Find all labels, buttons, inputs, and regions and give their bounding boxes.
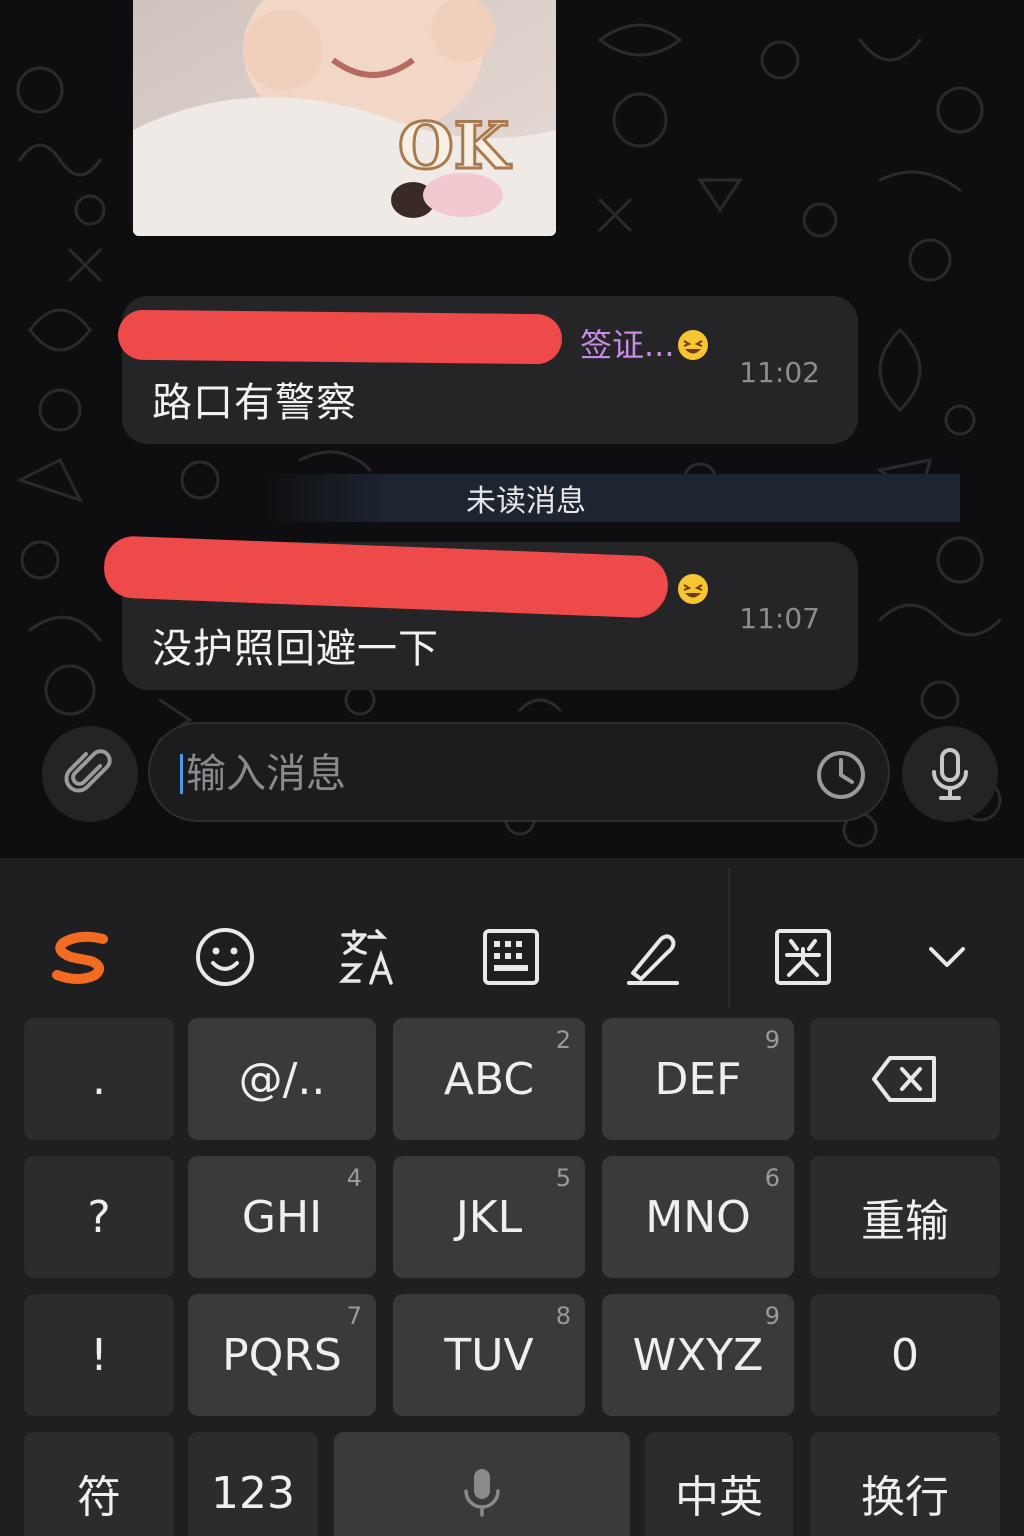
backspace-icon	[872, 1056, 936, 1102]
key-symbols[interactable]: 符	[24, 1432, 174, 1536]
sogou-logo-icon[interactable]	[46, 922, 116, 992]
message-input[interactable]	[186, 746, 806, 802]
cursor-edit-icon[interactable]	[768, 922, 838, 992]
key-zero[interactable]: 0	[810, 1294, 1000, 1416]
message-bubble[interactable]: 没护照回避一下 11:07	[103, 535, 858, 690]
grid-keyboard-icon[interactable]	[476, 922, 546, 992]
sticker-image[interactable]: OK	[133, 0, 556, 236]
toolbar-divider	[728, 868, 730, 1008]
key-numbers[interactable]: 123	[188, 1432, 318, 1536]
chat-area[interactable]: OK 签证... 路口有警察 11:02 未读消息 没护照回避一下 11:07	[0, 0, 1024, 858]
message-bubble[interactable]: 签证... 路口有警察 11:02	[117, 296, 858, 444]
key-lang-switch[interactable]: 中英	[645, 1432, 793, 1536]
sticker-ok-text: OK	[398, 109, 512, 184]
key-jkl[interactable]: 5 JKL	[393, 1156, 585, 1278]
message-time: 11:02	[739, 356, 820, 389]
unread-messages-divider: 未读消息	[262, 474, 960, 522]
schedule-clock-icon[interactable]	[814, 748, 868, 802]
sender-name: 签证...	[580, 326, 675, 364]
message-text: 没护照回避一下	[152, 626, 439, 672]
emoji-icon[interactable]	[190, 922, 260, 992]
key-space[interactable]	[334, 1432, 630, 1536]
handwriting-icon[interactable]	[618, 922, 688, 992]
ime-keyboard: . @/.. 2 ABC 9 DEF ? 4 GHI 5 JKL 6 MNO 重输 ! 7…	[0, 858, 1024, 1536]
keyboard-toolbar	[0, 858, 1024, 1008]
key-abc[interactable]: 2 ABC	[393, 1018, 585, 1140]
unread-label: 未读消息	[466, 484, 586, 519]
key-tuv[interactable]: 8 TUV	[393, 1294, 585, 1416]
key-backspace[interactable]	[810, 1018, 1000, 1140]
text-caret	[180, 754, 183, 794]
redaction-mark	[103, 535, 669, 619]
paperclip-icon	[64, 749, 112, 793]
key-wxyz[interactable]: 9 WXYZ	[602, 1294, 794, 1416]
collapse-keyboard-icon[interactable]	[912, 922, 982, 992]
key-exclamation[interactable]: !	[24, 1294, 174, 1416]
message-composer[interactable]	[148, 722, 890, 822]
laughing-emoji-icon	[678, 574, 708, 604]
key-def[interactable]: 9 DEF	[602, 1018, 794, 1140]
voice-message-button[interactable]	[902, 726, 998, 822]
redaction-mark	[117, 309, 563, 365]
message-text: 路口有警察	[152, 380, 357, 426]
key-reenter[interactable]: 重输	[810, 1156, 1000, 1278]
key-symbols-at[interactable]: @/..	[188, 1018, 376, 1140]
key-pqrs[interactable]: 7 PQRS	[188, 1294, 376, 1416]
microphone-icon	[464, 1469, 500, 1517]
key-ghi[interactable]: 4 GHI	[188, 1156, 376, 1278]
message-time: 11:07	[739, 602, 820, 635]
microphone-icon	[932, 748, 968, 800]
laughing-emoji-icon	[678, 330, 708, 360]
key-mno[interactable]: 6 MNO	[602, 1156, 794, 1278]
key-question[interactable]: ?	[24, 1156, 174, 1278]
key-newline[interactable]: 换行	[810, 1432, 1000, 1536]
attach-button[interactable]	[42, 726, 138, 822]
translate-icon[interactable]	[332, 922, 402, 992]
key-period[interactable]: .	[24, 1018, 174, 1140]
